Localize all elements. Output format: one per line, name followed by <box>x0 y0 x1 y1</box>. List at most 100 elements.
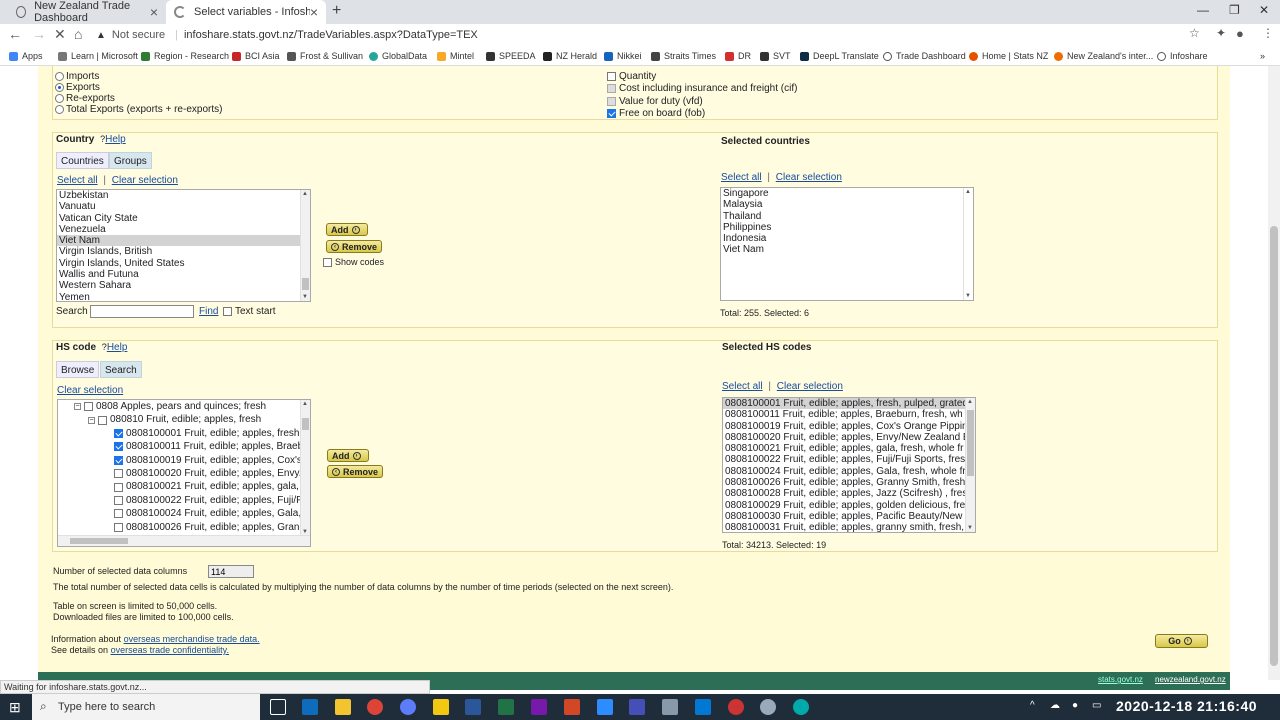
list-item[interactable]: Vanuatu <box>57 201 310 212</box>
excel-icon[interactable] <box>498 699 514 715</box>
text-start[interactable]: Text start <box>223 306 276 317</box>
store-icon[interactable] <box>695 699 711 715</box>
radio-exports[interactable] <box>55 82 64 92</box>
list-item[interactable]: Viet Nam <box>721 244 973 255</box>
tree-checkbox[interactable] <box>114 428 123 438</box>
new-tab-icon[interactable]: + <box>332 2 341 20</box>
list-item[interactable]: Venezuela <box>57 224 310 235</box>
scrollbar[interactable]: ▲ ▼ <box>963 188 973 300</box>
list-item[interactable]: Western Sahara <box>57 280 310 291</box>
zoom-icon[interactable] <box>597 699 613 715</box>
list-item[interactable]: Thailand <box>721 211 973 222</box>
powerpoint-icon[interactable] <box>564 699 580 715</box>
scroll-thumb[interactable] <box>302 418 309 430</box>
scrollbar[interactable]: ▲ ▼ <box>300 190 310 301</box>
hs-remove-button[interactable]: ‹ Remove <box>327 465 384 478</box>
edge-icon[interactable] <box>793 699 809 715</box>
home-icon[interactable]: ⌂ <box>74 26 82 42</box>
list-item[interactable]: Singapore <box>721 188 973 199</box>
close-icon[interactable]: × <box>150 4 158 20</box>
list-item[interactable]: 0808100021 Fruit, edible; apples, gala, … <box>723 443 975 454</box>
tab-select-variables[interactable]: Select variables - Infoshare - Stat × <box>166 0 326 24</box>
hs-tree[interactable]: −0808 Apples, pears and quinces; fresh −… <box>57 399 311 547</box>
tab-trade-dashboard[interactable]: New Zealand Trade Dashboard × <box>8 0 166 24</box>
tree-node[interactable]: 0808100019 Fruit, edible; apples, Cox's <box>58 454 310 467</box>
list-item[interactable]: Wallis and Futuna <box>57 269 310 280</box>
tree-node[interactable]: 0808100026 Fruit, edible; apples, Grann <box>58 521 310 534</box>
confidentiality-link[interactable]: overseas trade confidentiality. <box>111 645 229 655</box>
menu-icon[interactable]: ⋮ <box>1262 26 1274 40</box>
trade-data-link[interactable]: overseas merchandise trade data. <box>124 634 260 644</box>
tree-node[interactable]: − 080810 Fruit, edible; apples, fresh <box>58 413 310 426</box>
outlook-icon[interactable] <box>302 699 318 715</box>
show-codes[interactable]: Show codes <box>323 257 384 268</box>
hs-add-button[interactable]: Add › <box>327 449 369 462</box>
list-item[interactable]: 0808100029 Fruit, edible; apples, golden… <box>723 500 975 511</box>
tab-groups[interactable]: Groups <box>109 152 152 169</box>
scrollbar[interactable]: ▲ ▼ <box>300 400 310 536</box>
bookmark-nikkei[interactable]: Nikkei <box>604 51 642 61</box>
tree-checkbox[interactable] <box>114 442 123 452</box>
word-icon[interactable] <box>465 699 481 715</box>
tree-node[interactable]: 0808100021 Fruit, edible; apples, gala, <box>58 480 310 493</box>
bookmark-globaldata[interactable]: GlobalData <box>369 51 427 61</box>
radio-imports[interactable] <box>55 71 64 81</box>
list-item[interactable]: 0808100001 Fruit, edible; apples, fresh,… <box>723 398 975 410</box>
windows-start-icon[interactable]: ⊞ <box>9 699 21 716</box>
country-list[interactable]: Uzbekistan Vanuatu Vatican City State Ve… <box>56 189 311 302</box>
bookmark-region-research[interactable]: Region - Research <box>141 51 229 61</box>
tree-checkbox[interactable] <box>114 455 123 465</box>
list-item[interactable]: Yemen <box>57 292 310 301</box>
teams-icon[interactable] <box>629 699 645 715</box>
minimize-icon[interactable]: — <box>1197 3 1209 17</box>
country-remove-button[interactable]: ‹ Remove <box>326 240 383 253</box>
tree-checkbox[interactable] <box>114 522 123 532</box>
scroll-down-icon[interactable]: ▼ <box>302 294 308 300</box>
radio-total-exports[interactable] <box>55 104 64 114</box>
flow-option-exports[interactable]: Exports <box>55 82 100 93</box>
list-item[interactable]: Malaysia <box>721 199 973 210</box>
powerbi-icon[interactable] <box>433 699 449 715</box>
bookmark-nz-international[interactable]: New Zealand's inter... <box>1054 51 1153 61</box>
selected-hs-select-all-link[interactable]: Select all <box>722 381 763 392</box>
scroll-up-icon[interactable]: ▲ <box>302 401 308 407</box>
microphone-icon[interactable]: ● <box>1072 700 1078 711</box>
list-item[interactable]: 0808100011 Fruit, edible; apples, Braebu… <box>723 409 975 420</box>
list-item[interactable]: 0808100020 Fruit, edible; apples, Envy/N… <box>723 432 975 443</box>
tree-node[interactable]: − 0808 Apples, pears and quinces; fresh <box>58 400 310 413</box>
restore-icon[interactable]: ❐ <box>1229 3 1240 17</box>
list-item[interactable]: Vatican City State <box>57 213 310 224</box>
scroll-thumb[interactable] <box>1270 226 1278 666</box>
scroll-down-icon[interactable]: ▼ <box>967 525 973 531</box>
bookmark-infoshare[interactable]: Infoshare <box>1157 51 1208 61</box>
star-icon[interactable]: ☆ <box>1189 26 1200 40</box>
tree-node[interactable]: 0808100020 Fruit, edible; apples, Envy/ <box>58 467 310 480</box>
tree-node[interactable]: 0808100022 Fruit, edible; apples, Fuji/F <box>58 494 310 507</box>
file-explorer-icon[interactable] <box>335 699 351 715</box>
window-close-icon[interactable]: ✕ <box>1259 3 1269 17</box>
list-item[interactable]: 0808100022 Fruit, edible; apples, Fuji/F… <box>723 454 975 465</box>
taskbar-search[interactable]: ⌕ Type here to search <box>32 694 260 720</box>
back-icon[interactable]: ← <box>8 26 22 42</box>
country-find-link[interactable]: Find <box>199 306 218 317</box>
bookmark-apps[interactable]: Apps <box>9 51 43 61</box>
close-icon[interactable]: × <box>310 4 318 20</box>
onedrive-icon[interactable]: ☁ <box>1050 700 1060 711</box>
list-item[interactable]: 0808100019 Fruit, edible; apples, Cox's … <box>723 421 975 432</box>
list-item[interactable]: Viet Nam <box>57 235 310 247</box>
checkbox-text-start[interactable] <box>223 306 232 316</box>
tree-node[interactable]: 0808100001 Fruit, edible; apples, fresh, <box>58 427 310 440</box>
bookmark-nz-herald[interactable]: NZ Herald <box>543 51 597 61</box>
scroll-up-icon[interactable]: ▲ <box>967 399 973 405</box>
settings-icon[interactable] <box>760 699 776 715</box>
profile-icon[interactable]: ● <box>1236 26 1244 41</box>
battery-icon[interactable]: ▭ <box>1092 700 1101 711</box>
tray-chevron-icon[interactable]: ^ <box>1030 700 1035 711</box>
app-icon[interactable] <box>400 699 416 715</box>
flow-option-imports[interactable]: Imports <box>55 71 99 82</box>
bookmark-bci-asia[interactable]: BCI Asia <box>232 51 280 61</box>
selected-countries-list[interactable]: Singapore Malaysia Thailand Philippines … <box>720 187 974 301</box>
hs-help-link[interactable]: Help <box>107 342 128 353</box>
scroll-up-icon[interactable]: ▲ <box>965 189 971 195</box>
tree-checkbox[interactable] <box>114 469 123 479</box>
